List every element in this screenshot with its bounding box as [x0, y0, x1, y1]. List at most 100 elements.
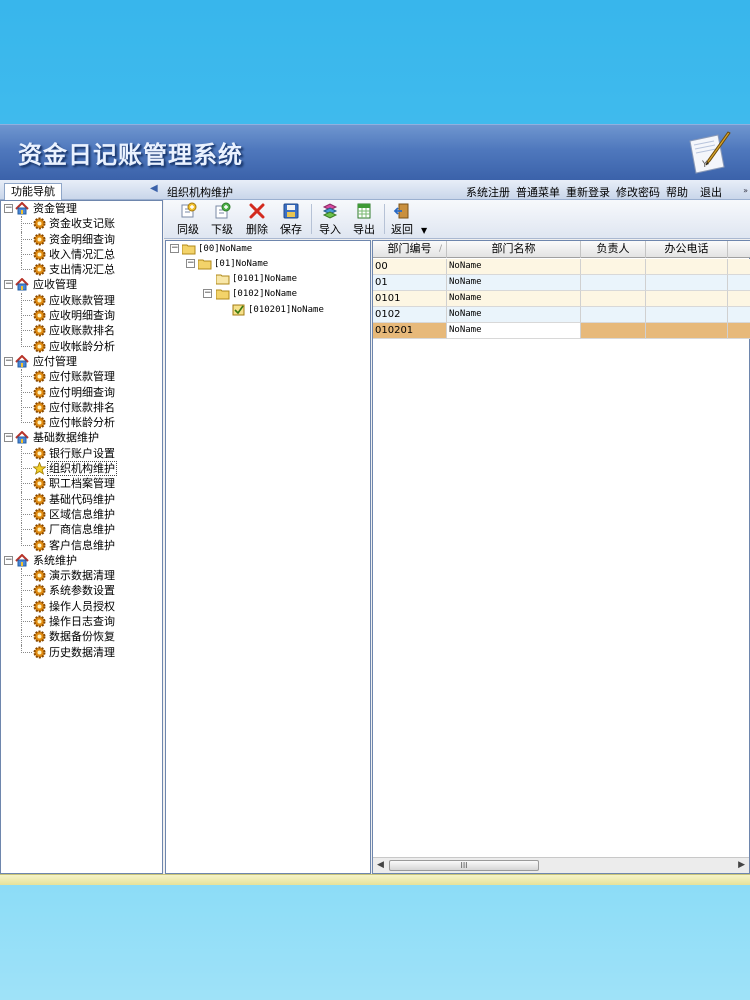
gear-icon — [33, 416, 46, 429]
tree-line — [21, 636, 32, 638]
collapse-toggle[interactable]: − — [186, 259, 195, 268]
sidebar-tree: − 资金管理 资金收支记账 资金明细查询 收入情况汇总 支出情况汇总 − 应收管理 应收账款管理… — [0, 200, 163, 874]
sidebar-item[interactable]: 应收帐龄分析 — [1, 338, 162, 354]
column-header[interactable]: 负责人 — [581, 241, 646, 258]
department-grid: 部门编号 / 部门名称 负责人 办公电话 00 NoName 01 NoName 0101… — [372, 240, 750, 874]
sidebar-item[interactable]: 应付帐龄分析 — [1, 415, 162, 430]
sidebar-item[interactable]: 职工档案管理 — [1, 476, 162, 493]
table-cell-code[interactable]: 01 — [373, 275, 447, 291]
menu-relogin[interactable]: 重新登录 — [566, 184, 610, 200]
column-header[interactable]: 部门编号 / — [373, 241, 447, 258]
sidebar-item[interactable]: 操作人员授权 — [1, 598, 162, 615]
sidebar-item[interactable]: 应收账款管理 — [1, 292, 162, 309]
sidebar-item[interactable]: 应收明细查询 — [1, 308, 162, 325]
table-cell-code[interactable]: 00 — [373, 259, 447, 275]
sidebar-item[interactable]: 区域信息维护 — [1, 506, 162, 523]
sidebar-item[interactable]: 基础代码维护 — [1, 491, 162, 508]
column-header[interactable]: 办公电话 — [646, 241, 728, 258]
collapse-toggle[interactable]: − — [4, 204, 13, 213]
table-cell-code[interactable]: 0102 — [373, 307, 447, 323]
sidebar-item[interactable]: 收入情况汇总 — [1, 246, 162, 263]
menu-exit[interactable]: 退出 — [700, 184, 722, 200]
tab-function-navigation[interactable]: 功能导航 — [4, 183, 62, 200]
menu-system-register[interactable]: 系统注册 — [466, 184, 510, 200]
table-cell-manager[interactable] — [581, 323, 646, 339]
horizontal-scrollbar[interactable]: ◀ III ▶ — [373, 857, 749, 873]
collapse-toggle[interactable]: − — [4, 356, 13, 366]
table-cell-name[interactable]: NoName — [447, 275, 581, 291]
sidebar-item[interactable]: 数据备份恢复 — [1, 629, 162, 646]
table-cell-manager[interactable] — [581, 275, 646, 291]
sidebar-item[interactable]: 组织机构维护 — [1, 461, 162, 478]
table-cell-manager[interactable] — [581, 307, 646, 323]
org-node-label: [010201]NoName — [248, 305, 324, 315]
table-cell-name[interactable]: NoName — [447, 291, 581, 307]
collapse-toggle[interactable]: − — [170, 244, 179, 253]
menu-change-password[interactable]: 修改密码 — [616, 184, 660, 200]
table-cell-phone[interactable] — [646, 291, 728, 307]
sidebar-item[interactable]: 应付账款管理 — [1, 369, 162, 386]
table-cell-manager[interactable] — [581, 259, 646, 275]
sidebar-item[interactable]: 系统参数设置 — [1, 583, 162, 600]
table-cell-phone[interactable] — [646, 307, 728, 323]
menu-help[interactable]: 帮助 — [666, 184, 688, 200]
menu-normal-menu[interactable]: 普通菜单 — [516, 184, 560, 200]
sidebar-item[interactable]: 应付明细查询 — [1, 384, 162, 401]
same-level-button[interactable]: 同级 — [172, 201, 204, 237]
table-row[interactable]: 010201 NoName — [373, 323, 750, 339]
sidebar-item[interactable]: 操作日志查询 — [1, 614, 162, 631]
tree-line — [21, 614, 22, 631]
dropdown-caret-icon[interactable]: ▼ — [421, 226, 427, 235]
collapse-toggle[interactable]: − — [203, 289, 212, 298]
import-button[interactable]: 导入 — [314, 201, 346, 237]
scroll-thumb[interactable]: III — [389, 860, 539, 871]
sidebar-item-label: 历史数据清理 — [49, 645, 115, 659]
sidebar-item[interactable]: 客户信息维护 — [1, 537, 162, 553]
export-button[interactable]: 导出 — [348, 201, 380, 237]
collapse-toggle[interactable]: − — [4, 433, 13, 443]
sidebar-group-header[interactable]: − 应收管理 — [1, 277, 162, 292]
table-cell-phone[interactable] — [646, 275, 728, 291]
collapse-toggle[interactable]: − — [4, 555, 13, 565]
sidebar-item[interactable]: 历史数据清理 — [1, 644, 162, 660]
scroll-left-icon[interactable]: ◀ — [377, 860, 384, 870]
sidebar-item-label: 职工档案管理 — [49, 477, 115, 491]
back-button[interactable]: 返回 — [386, 201, 418, 237]
sidebar-item[interactable]: 资金明细查询 — [1, 231, 162, 248]
sidebar-item-label: 银行账户设置 — [49, 446, 115, 460]
column-header[interactable]: 部门名称 — [447, 241, 581, 258]
table-row[interactable]: 0102 NoName — [373, 307, 750, 323]
delete-button[interactable]: 删除 — [241, 201, 273, 237]
scroll-right-icon[interactable]: ▶ — [738, 860, 745, 870]
table-row[interactable]: 01 NoName — [373, 275, 750, 291]
table-cell-code[interactable]: 010201 — [373, 323, 447, 339]
sidebar-item[interactable]: 应付账款排名 — [1, 399, 162, 416]
sidebar-item[interactable]: 支出情况汇总 — [1, 262, 162, 277]
table-cell-filler — [728, 307, 750, 323]
table-cell-name[interactable]: NoName — [447, 307, 581, 323]
corner-mark: » — [743, 186, 748, 195]
gear-icon — [33, 646, 46, 659]
sidebar-group-header[interactable]: − 资金管理 — [1, 201, 162, 216]
sidebar-item[interactable]: 演示数据清理 — [1, 568, 162, 585]
table-cell-name[interactable]: NoName — [447, 323, 581, 339]
sidebar-group-header[interactable]: − 基础数据维护 — [1, 430, 162, 445]
sidebar-item[interactable]: 厂商信息维护 — [1, 522, 162, 539]
gear-icon — [33, 217, 46, 230]
sidebar-item[interactable]: 应收账款排名 — [1, 323, 162, 340]
table-cell-code[interactable]: 0101 — [373, 291, 447, 307]
sidebar-group-header[interactable]: − 应付管理 — [1, 354, 162, 369]
table-row[interactable]: 00 NoName — [373, 259, 750, 275]
table-cell-phone[interactable] — [646, 323, 728, 339]
table-cell-phone[interactable] — [646, 259, 728, 275]
sub-level-button[interactable]: 下级 — [206, 201, 238, 237]
sidebar-group-header[interactable]: − 系统维护 — [1, 553, 162, 568]
table-cell-name[interactable]: NoName — [447, 259, 581, 275]
collapse-arrow-icon[interactable]: ◀ — [150, 183, 158, 194]
table-row[interactable]: 0101 NoName — [373, 291, 750, 307]
sidebar-item[interactable]: 资金收支记账 — [1, 216, 162, 233]
sidebar-item[interactable]: 银行账户设置 — [1, 445, 162, 462]
table-cell-manager[interactable] — [581, 291, 646, 307]
save-button[interactable]: 保存 — [275, 201, 307, 237]
collapse-toggle[interactable]: − — [4, 280, 13, 290]
